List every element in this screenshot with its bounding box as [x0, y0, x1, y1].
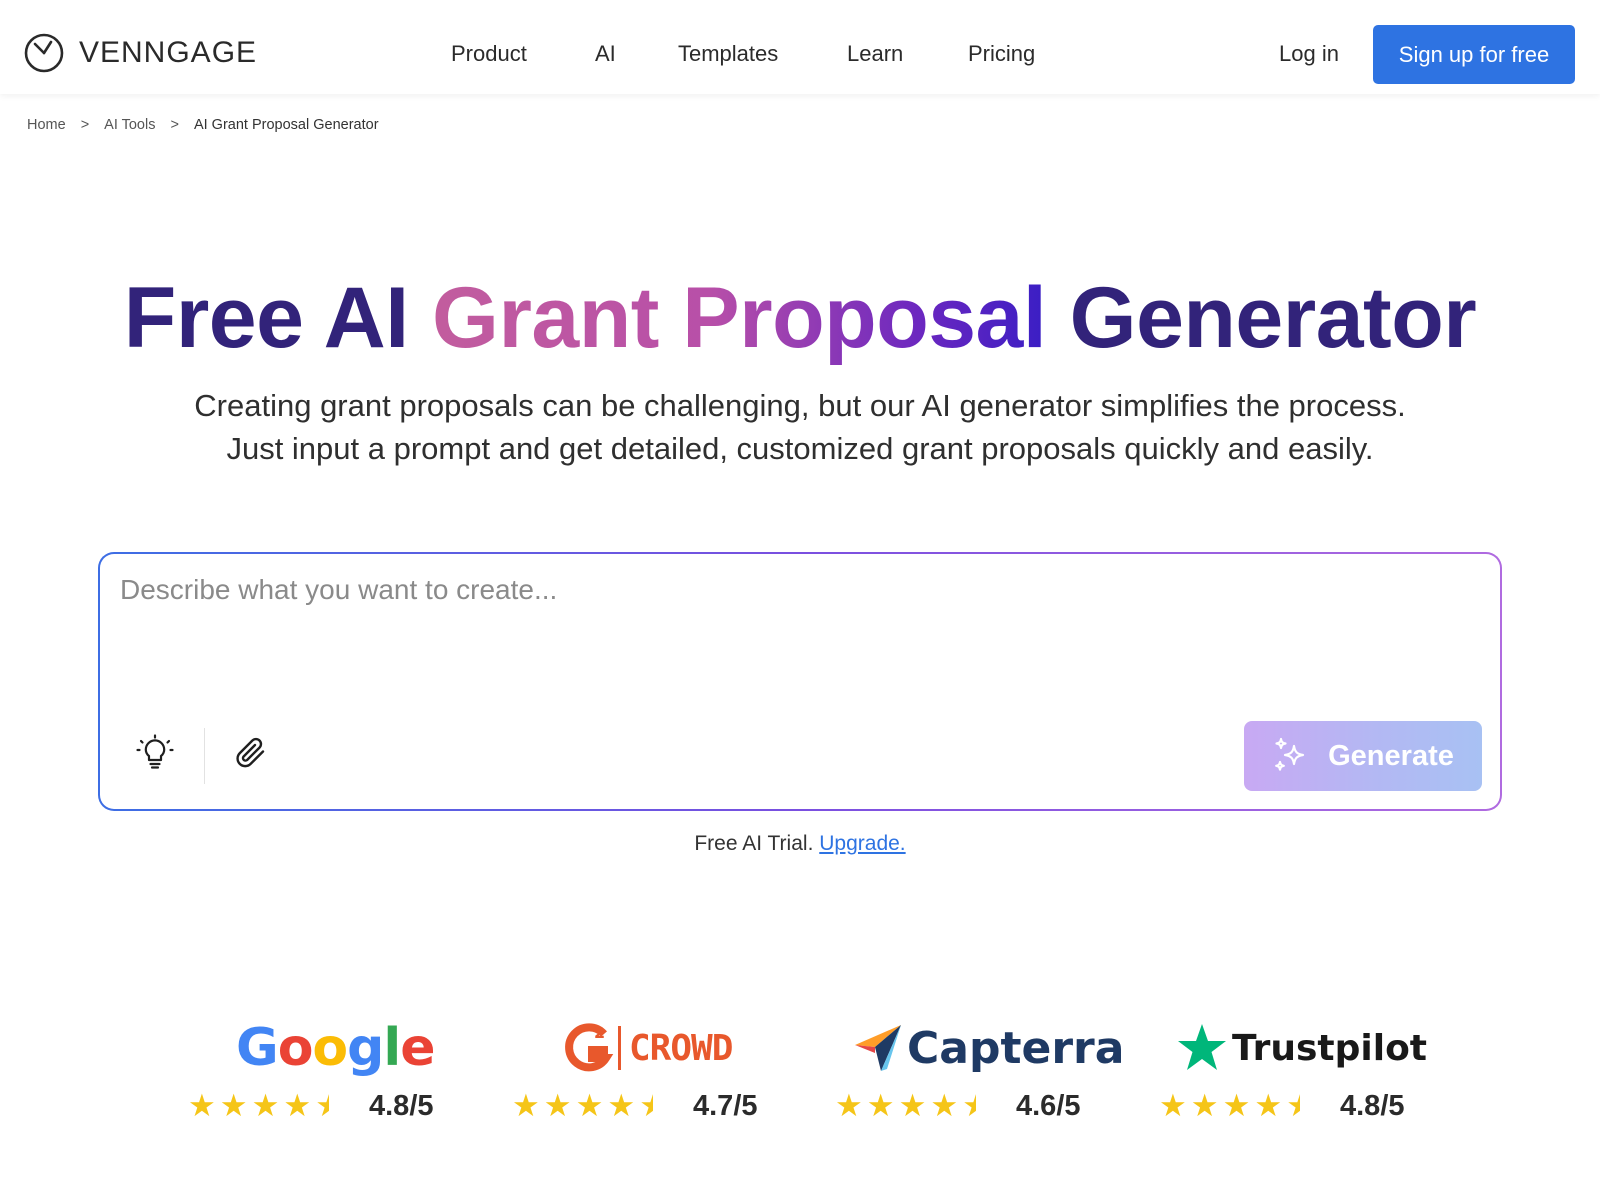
signup-button[interactable]: Sign up for free [1373, 25, 1575, 84]
google-logo: Google [236, 1018, 436, 1078]
star-icon: ★ [251, 1088, 280, 1123]
half-star-icon: ★ [639, 1088, 667, 1123]
star-icon: ★ [835, 1088, 863, 1123]
capterra-arrow-icon [855, 1025, 901, 1071]
page-title: Free AI Grant Proposal Generator [0, 268, 1600, 368]
breadcrumb: Home > AI Tools > AI Grant Proposal Gene… [27, 117, 379, 133]
page-subtitle: Creating grant proposals can be challeng… [0, 384, 1600, 470]
prompt-box-inner: Generate [100, 554, 1500, 809]
rating-g2crowd: 2 CROWD ★ ★ ★ ★ ★ 4.7/5 [512, 1018, 772, 1123]
top-navbar: VENNGAGE Product AI Templates Learn Pric… [0, 0, 1600, 94]
breadcrumb-separator: > [170, 117, 179, 133]
breadcrumb-home[interactable]: Home [27, 117, 66, 133]
generate-label: Generate [1328, 739, 1454, 772]
nav-templates[interactable]: Templates [678, 36, 778, 72]
star-icon: ★ [543, 1088, 572, 1123]
title-part-1: Free AI [123, 270, 433, 366]
prompt-input[interactable] [120, 574, 1460, 694]
lightbulb-icon [136, 734, 174, 769]
trustpilot-star-icon [1178, 1024, 1226, 1070]
star-icon: ★ [283, 1088, 312, 1123]
prompt-box: Generate [98, 552, 1502, 811]
g2crowd-logo: 2 CROWD [562, 1018, 733, 1078]
star-icon: ★ [607, 1088, 636, 1123]
toolbar-divider [204, 728, 205, 784]
capterra-logo: Capterra [853, 1018, 1124, 1078]
paperclip-icon [236, 737, 265, 768]
star-icon: ★ [219, 1088, 248, 1123]
google-wordmark: Google [236, 1018, 436, 1078]
star-icon: ★ [866, 1088, 895, 1123]
crowd-wordmark: CROWD [629, 1027, 733, 1069]
star-icon: ★ [575, 1088, 604, 1123]
subtitle-line-2: Just input a prompt and get detailed, cu… [226, 431, 1374, 466]
rating-score: 4.6/5 [1016, 1090, 1081, 1122]
rating-score: 4.7/5 [693, 1090, 758, 1122]
star-icon: ★ [930, 1088, 959, 1123]
trial-notice: Free AI Trial. Upgrade. [0, 832, 1600, 856]
rating-score: 4.8/5 [369, 1090, 434, 1122]
rating-score: 4.8/5 [1340, 1090, 1405, 1122]
trustpilot-wordmark: Trustpilot [1232, 1027, 1428, 1069]
g2-icon: 2 [565, 1023, 614, 1072]
star-rating: ★ ★ ★ ★ ★ [188, 1088, 347, 1124]
half-star-icon: ★ [1286, 1088, 1314, 1123]
capterra-wordmark: Capterra [907, 1022, 1125, 1074]
star-icon: ★ [1222, 1088, 1251, 1123]
idea-button[interactable] [132, 730, 178, 776]
title-part-2: Generator [1046, 270, 1477, 366]
star-icon: ★ [1254, 1088, 1283, 1123]
star-icon: ★ [1159, 1088, 1187, 1123]
breadcrumb-current: AI Grant Proposal Generator [193, 117, 379, 133]
trustpilot-logo: Trustpilot [1176, 1018, 1427, 1078]
svg-text:2: 2 [594, 1023, 605, 1042]
nav-ai[interactable]: AI [595, 36, 616, 72]
rating-google: Google ★ ★ ★ ★ ★ 4.8/5 [188, 1018, 448, 1123]
rating-capterra: Capterra ★ ★ ★ ★ ★ 4.6/5 [835, 1018, 1124, 1124]
star-rating: ★ ★ ★ ★ ★ [1159, 1088, 1318, 1124]
attach-button[interactable] [228, 730, 274, 776]
upgrade-link[interactable]: Upgrade. [819, 832, 905, 855]
star-icon: ★ [1190, 1088, 1219, 1123]
star-rating: ★ ★ ★ ★ ★ [835, 1088, 994, 1124]
nav-product[interactable]: Product [451, 36, 527, 72]
sparkles-icon [1275, 737, 1305, 771]
star-icon: ★ [898, 1088, 927, 1123]
main-nav: Product AI Templates Learn Pricing [0, 36, 1600, 76]
rating-trustpilot: Trustpilot ★ ★ ★ ★ ★ 4.8/5 [1159, 1018, 1427, 1123]
breadcrumb-separator: > [80, 117, 90, 133]
star-icon: ★ [512, 1088, 540, 1123]
half-star-icon: ★ [962, 1088, 990, 1123]
breadcrumb-ai-tools[interactable]: AI Tools [104, 117, 155, 133]
g2-divider [618, 1026, 621, 1070]
login-link[interactable]: Log in [1279, 36, 1339, 72]
nav-learn[interactable]: Learn [847, 36, 903, 72]
nav-pricing[interactable]: Pricing [968, 36, 1035, 72]
generate-button[interactable]: Generate [1244, 721, 1482, 791]
star-rating: ★ ★ ★ ★ ★ [512, 1088, 671, 1124]
half-star-icon: ★ [315, 1088, 343, 1123]
title-gradient-part: Grant Proposal [432, 270, 1047, 366]
subtitle-line-1: Creating grant proposals can be challeng… [194, 388, 1406, 423]
star-icon: ★ [188, 1088, 216, 1123]
trial-text: Free AI Trial. [694, 832, 814, 855]
